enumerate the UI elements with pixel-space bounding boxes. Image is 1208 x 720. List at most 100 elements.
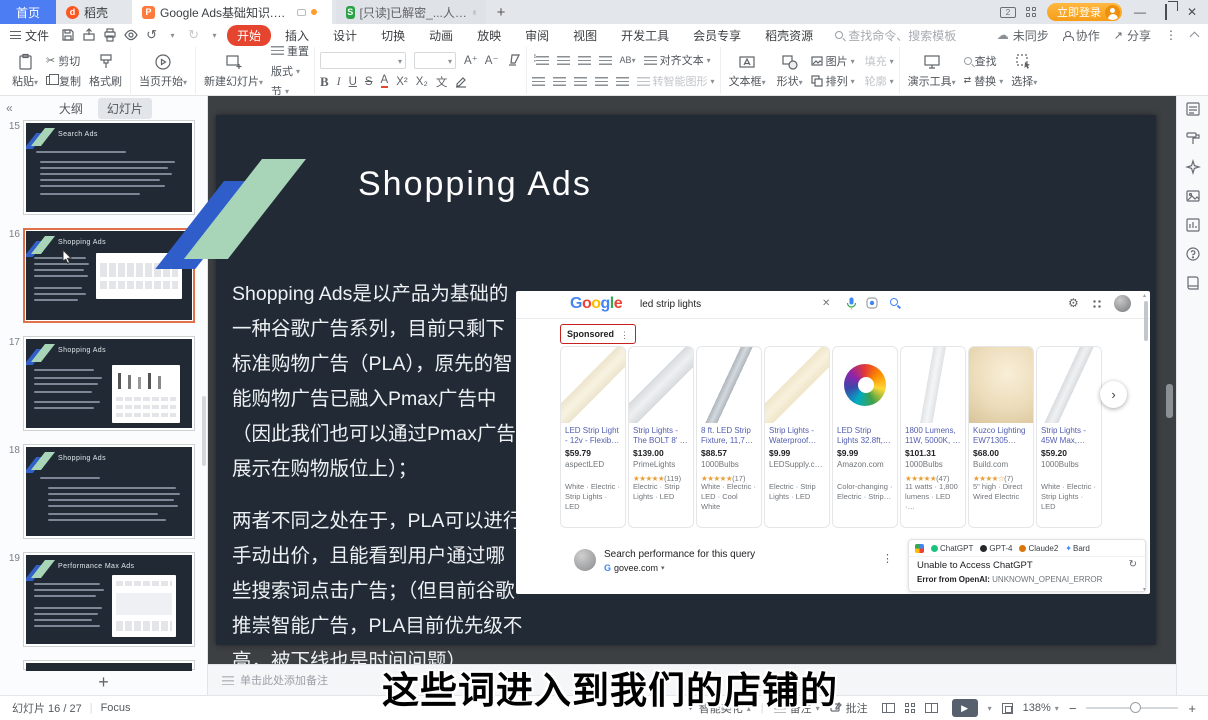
- find-button[interactable]: 查找: [964, 53, 1004, 69]
- highlight-pen-icon[interactable]: [455, 75, 468, 88]
- undo-button[interactable]: [143, 27, 160, 43]
- font-family-select[interactable]: [320, 52, 406, 69]
- export-button[interactable]: [80, 27, 97, 43]
- file-menu[interactable]: 文件: [10, 27, 49, 44]
- presentation-tools-button[interactable]: 演示工具: [905, 53, 959, 89]
- slide-thumbnail-19[interactable]: 19 Performance Max Ads: [0, 552, 207, 647]
- clear-format-icon[interactable]: [507, 53, 521, 67]
- slide-body-text[interactable]: Shopping Ads是以产品为基础的一种谷歌广告系列，目前只剩下标准购物广告…: [232, 277, 524, 679]
- replace-button[interactable]: ⇄替换: [964, 73, 1004, 89]
- zoom-slider-knob[interactable]: [1130, 702, 1141, 713]
- align-right-button[interactable]: [574, 77, 587, 86]
- beautify-roller-icon[interactable]: [1185, 130, 1201, 146]
- picture-button[interactable]: 图片: [811, 53, 855, 69]
- tab-home[interactable]: 首页: [0, 0, 56, 24]
- product-title[interactable]: Strip Lights - 45W Max,…: [1037, 423, 1101, 446]
- model-chatgpt[interactable]: ChatGPT: [931, 544, 973, 553]
- zoom-slider[interactable]: [1086, 707, 1178, 709]
- product-card[interactable]: Strip Lights - Waterproof… $9.99 LEDSupp…: [764, 346, 830, 528]
- reading-view-button[interactable]: [925, 703, 938, 713]
- login-button[interactable]: 立即登录: [1047, 3, 1122, 21]
- search-performance-heading[interactable]: Search performance for this query: [604, 549, 755, 560]
- number-list-button[interactable]: [557, 56, 570, 65]
- tab-docer[interactable]: d 稻壳: [56, 0, 132, 24]
- font-size-select[interactable]: [414, 52, 456, 69]
- menu-tab-devtools[interactable]: 开发工具: [611, 25, 679, 46]
- product-title[interactable]: LED Strip Lights 32.8ft,…: [833, 423, 897, 446]
- new-tab-button[interactable]: +: [486, 0, 516, 24]
- product-card[interactable]: Strip Lights - 45W Max,… $59.20 1000Bulb…: [1036, 346, 1102, 528]
- undo-dropdown-icon[interactable]: [164, 27, 181, 43]
- add-slide-button[interactable]: +: [0, 670, 207, 693]
- outline-button[interactable]: 轮廓: [865, 73, 894, 89]
- format-painter-button[interactable]: 格式刷: [86, 53, 125, 89]
- help-icon[interactable]: [1185, 246, 1201, 262]
- align-left-button[interactable]: [532, 77, 545, 86]
- redo-button[interactable]: [185, 27, 202, 43]
- phonetic-guide-button[interactable]: 文: [436, 74, 448, 90]
- align-center-button[interactable]: [553, 77, 566, 86]
- product-title[interactable]: Strip Lights - The BOLT 8' …: [629, 423, 693, 446]
- share-button[interactable]: 分享: [1114, 27, 1151, 44]
- italic-button[interactable]: I: [337, 76, 341, 88]
- fit-to-window-icon[interactable]: [1002, 703, 1013, 714]
- product-title[interactable]: 8 ft. LED Strip Fixture, 11,7…: [697, 423, 761, 446]
- underline-button[interactable]: U: [349, 76, 357, 88]
- product-title[interactable]: 1800 Lumens, 11W, 5000K, …: [901, 423, 965, 446]
- tab-document-active[interactable]: P Google Ads基础知识.pptx: [132, 0, 332, 24]
- refresh-icon[interactable]: [1129, 559, 1137, 570]
- bullet-list-button[interactable]: [536, 56, 549, 65]
- slide-sorter-view-button[interactable]: [905, 703, 915, 713]
- zoom-out-button[interactable]: −: [1069, 701, 1077, 716]
- workspace-grid-icon[interactable]: [1026, 7, 1037, 18]
- section-button[interactable]: 节: [271, 83, 309, 97]
- collapse-ribbon-icon[interactable]: [1190, 32, 1200, 42]
- textbox-button[interactable]: 文本框: [726, 53, 769, 89]
- text-direction-button[interactable]: AB: [620, 55, 636, 65]
- slide-16-canvas[interactable]: Shopping Ads Shopping Ads是以产品为基础的一种谷歌广告系…: [216, 115, 1156, 645]
- sync-status[interactable]: 未同步: [997, 27, 1049, 44]
- play-from-current-button[interactable]: 当页开始: [136, 53, 190, 89]
- tab-slides[interactable]: 幻灯片: [98, 98, 152, 119]
- google-serp-screenshot[interactable]: Google led strip lights ✕ Sponsored: [516, 291, 1150, 594]
- copy-button[interactable]: 复制: [46, 73, 81, 89]
- tab-document-readonly[interactable]: S [只读]已解密_...人端推广种草bf: [336, 0, 486, 24]
- normal-view-button[interactable]: [882, 703, 895, 713]
- focus-mode-label[interactable]: Focus: [101, 702, 131, 714]
- line-spacing-button[interactable]: [616, 77, 629, 86]
- shortcut-panel-icon[interactable]: 2: [1000, 7, 1016, 18]
- print-button[interactable]: [101, 27, 118, 43]
- strikethrough-button[interactable]: S: [365, 76, 373, 88]
- tab-outline[interactable]: 大纲: [50, 98, 92, 119]
- restore-button[interactable]: [1158, 5, 1174, 19]
- product-card[interactable]: 8 ft. LED Strip Fixture, 11,7… $88.57 10…: [696, 346, 762, 528]
- menu-tab-review[interactable]: 审阅: [515, 25, 559, 46]
- product-card[interactable]: Strip Lights - The BOLT 8' … $139.00 Pri…: [628, 346, 694, 528]
- align-text-button[interactable]: 对齐文本: [644, 52, 711, 68]
- result-more-icon[interactable]: [882, 551, 893, 565]
- canvas-scrollbar[interactable]: [1166, 384, 1173, 418]
- command-search[interactable]: 查找命令、搜索模板: [835, 27, 956, 44]
- slide-thumbnail-18[interactable]: 18 Shopping Ads: [0, 444, 207, 539]
- menu-tab-member[interactable]: 会员专享: [683, 25, 751, 46]
- decrease-indent-button[interactable]: [578, 56, 591, 65]
- increase-indent-button[interactable]: [599, 56, 612, 65]
- save-button[interactable]: [59, 27, 76, 43]
- product-title[interactable]: LED Strip Light - 12v - Flexib…: [561, 423, 625, 446]
- slide-thumbnail-20-partial[interactable]: [0, 660, 207, 670]
- model-bard[interactable]: ✦Bard: [1065, 544, 1090, 553]
- model-claude2[interactable]: Claude2: [1019, 544, 1058, 553]
- slide-thumbnail-15[interactable]: 15 Search Ads: [0, 120, 207, 215]
- justify-button[interactable]: [595, 77, 608, 86]
- bold-button[interactable]: B: [320, 74, 329, 90]
- menu-tab-docer-resource[interactable]: 稻壳资源: [755, 25, 823, 46]
- menu-tab-insert[interactable]: 插入: [275, 25, 319, 46]
- product-card[interactable]: Kuzco Lighting EW71305… $68.00 Build.com…: [968, 346, 1034, 528]
- layout-button[interactable]: 版式: [271, 63, 309, 79]
- select-button[interactable]: 选择: [1008, 53, 1040, 89]
- model-gpt4[interactable]: GPT-4: [980, 544, 1012, 553]
- slide-thumbnail-17[interactable]: 17 Shopping Ads: [0, 336, 207, 431]
- font-color-button[interactable]: A: [381, 75, 389, 88]
- close-button[interactable]: ✕: [1184, 5, 1200, 19]
- menu-tab-home[interactable]: 开始: [227, 25, 271, 46]
